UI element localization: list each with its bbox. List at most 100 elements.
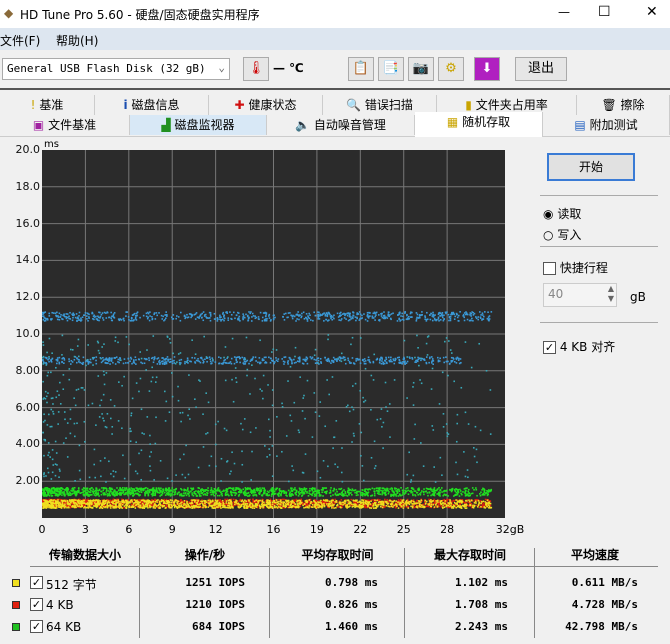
scatter-point — [221, 318, 224, 321]
scatter-point — [387, 492, 390, 495]
x-tick-label: 28 — [440, 523, 455, 536]
scatter-point — [95, 491, 97, 493]
scatter-point — [46, 424, 49, 426]
scatter-point — [314, 411, 317, 414]
scatter-point — [383, 311, 385, 313]
scatter-point — [239, 489, 241, 492]
scatter-point — [103, 343, 105, 345]
copy-text-button[interactable]: 📋 — [348, 57, 374, 81]
scatter-point — [476, 498, 478, 501]
scatter-point — [331, 359, 333, 362]
scatter-point — [111, 426, 114, 428]
scatter-point — [383, 362, 386, 365]
close-button[interactable]: ✕ — [646, 4, 658, 20]
scatter-point — [346, 495, 349, 497]
scatter-point — [291, 489, 294, 492]
scatter-point — [138, 499, 141, 501]
scatter-point — [480, 314, 482, 316]
scatter-point — [171, 487, 174, 489]
tab-extra-tests[interactable]: ▤ 附加测试 — [543, 115, 670, 135]
scatter-point — [152, 335, 155, 337]
scatter-point — [83, 314, 85, 316]
scatter-point — [369, 361, 372, 364]
scatter-point — [114, 495, 116, 497]
tab-file-benchmark[interactable]: ▣ 文件基准 — [0, 115, 130, 135]
scatter-point — [147, 316, 149, 319]
scatter-point — [232, 400, 235, 403]
scatter-point — [62, 318, 64, 321]
tab-erase[interactable]: 🗑 擦除 — [577, 95, 670, 115]
scatter-point — [143, 433, 145, 435]
scatter-point — [141, 432, 144, 434]
scatter-point — [359, 492, 362, 494]
scatter-point — [93, 316, 96, 318]
magnifier-icon: 🔍 — [346, 98, 362, 112]
scatter-point — [423, 488, 425, 490]
tab-label: 磁盘监视器 — [174, 118, 235, 132]
scatter-point — [92, 488, 95, 491]
scatter-point — [456, 422, 459, 425]
scatter-point — [172, 314, 175, 316]
scatter-point — [214, 423, 217, 426]
scatter-point — [398, 313, 400, 316]
menu-file[interactable]: 文件(F) — [0, 32, 40, 49]
scatter-point — [270, 495, 273, 497]
scatter-point — [160, 360, 163, 363]
scatter-point — [207, 489, 209, 492]
exit-button[interactable]: 退出 — [515, 57, 567, 81]
scatter-point — [379, 359, 381, 362]
scatter-point — [434, 481, 437, 483]
screenshot-button[interactable]: 📷 — [408, 57, 434, 81]
scatter-point — [43, 475, 45, 478]
scatter-point — [326, 314, 328, 317]
scatter-point — [445, 337, 448, 339]
scatter-point — [346, 312, 348, 315]
scatter-point — [158, 492, 161, 494]
scatter-point — [203, 335, 205, 338]
drive-select[interactable]: General USB Flash Disk (32 gB) ⌄ — [2, 58, 230, 80]
scatter-point — [370, 456, 373, 459]
scatter-point — [138, 452, 140, 455]
tab-disk-info[interactable]: i 磁盘信息 — [95, 95, 209, 115]
scatter-point — [151, 376, 154, 379]
scatter-point — [122, 318, 125, 320]
save-button[interactable]: ⬇ — [474, 57, 500, 81]
copy-image-button[interactable]: 📑 — [378, 57, 404, 81]
tab-disk-monitor[interactable]: ▟ 磁盘监视器 — [130, 115, 267, 135]
scatter-point — [247, 487, 250, 490]
scatter-point — [372, 379, 375, 381]
tab-random-access[interactable]: ▦ 随机存取 — [415, 112, 543, 137]
scatter-point — [50, 359, 52, 361]
scatter-point — [464, 411, 467, 414]
scatter-point — [68, 368, 71, 370]
minimize-button[interactable]: — — [558, 5, 570, 19]
scatter-point — [313, 392, 316, 394]
scatter-point — [225, 491, 228, 493]
scatter-point — [344, 362, 347, 365]
scatter-point — [144, 494, 146, 497]
scatter-point — [438, 403, 441, 405]
scatter-point — [44, 390, 47, 393]
maximize-button[interactable]: ☐ — [598, 4, 611, 20]
tab-aam[interactable]: 🔈 自动噪音管理 — [267, 115, 415, 135]
scatter-point — [78, 361, 80, 363]
tab-health[interactable]: ✚ 健康状态 — [209, 95, 323, 115]
scatter-point — [123, 358, 126, 360]
scatter-point — [312, 491, 315, 494]
scatter-point — [245, 488, 248, 490]
scatter-point — [252, 315, 255, 317]
menu-help[interactable]: 帮助(H) — [56, 32, 98, 49]
scatter-point — [278, 495, 280, 497]
scatter-point — [295, 361, 297, 364]
scatter-point — [152, 356, 154, 359]
scatter-point — [231, 378, 233, 381]
scatter-point — [456, 316, 459, 319]
scatter-point — [209, 319, 212, 322]
scatter-point — [53, 491, 55, 494]
options-button[interactable]: ⚙ — [438, 57, 464, 81]
scatter-point — [105, 488, 108, 490]
scatter-point — [488, 319, 490, 322]
scatter-point — [275, 359, 278, 362]
scatter-point — [269, 361, 272, 364]
tab-benchmark[interactable]: ! 基准 — [0, 95, 95, 115]
